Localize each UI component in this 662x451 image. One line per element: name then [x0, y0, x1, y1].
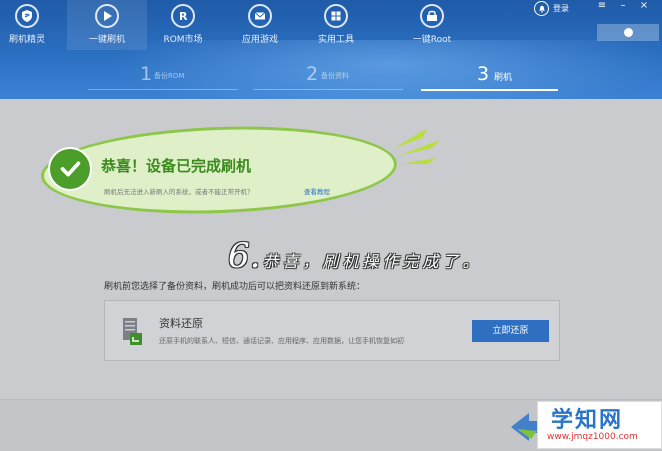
step-label: 刷机 [494, 73, 513, 83]
login-button[interactable]: 登录 [534, 1, 569, 16]
step-flash: 3 刷机 [421, 63, 558, 91]
root-icon [420, 4, 444, 28]
success-description: 刷机后无法进入新刷入的系统，或者不能正常开机？ [104, 188, 254, 196]
window-controls: ≡ – × [596, 0, 650, 12]
nav-item-tools[interactable]: 实用工具 [296, 0, 376, 50]
main-nav: 刷机精灵 一键刷机 R ROM市场 应用游戏 实用工具 一键Root [0, 0, 520, 50]
success-title: 恭喜！设备已完成刷机 [101, 157, 252, 175]
view-tutorial-link[interactable]: 查看教程 [304, 186, 330, 196]
login-label: 登录 [553, 4, 569, 13]
step-progress-line [88, 89, 238, 90]
site-watermark: 学知网 www.jmqz1000.com [507, 399, 662, 451]
restore-now-button[interactable]: 立即还原 [472, 320, 549, 342]
restore-data-icon [123, 318, 142, 345]
step-number: 3 [477, 63, 490, 85]
annotation-number: 6. [228, 236, 261, 276]
backup-prompt: 刷机前您选择了备份资料，刷机成功后可以把资料还原到新系统： [104, 282, 366, 292]
download-bar[interactable] [597, 24, 659, 41]
nav-label: 一键Root [412, 35, 452, 45]
top-header: 刷机精灵 一键刷机 R ROM市场 应用游戏 实用工具 一键Root 登录 ≡ … [0, 0, 662, 99]
nav-item-one-click-flash[interactable]: 一键刷机 [67, 0, 147, 50]
step-label: 备份资料 [321, 72, 349, 80]
restore-title: 资料还原 [159, 317, 203, 330]
nav-label: 刷机精灵 [8, 35, 45, 45]
menu-icon[interactable]: ≡ [596, 0, 608, 12]
restore-description: 还原手机的联系人、短信、通话记录、应用程序、应用数据，让您手机恢复如初 [159, 337, 404, 345]
download-icon [623, 28, 633, 37]
bell-icon [534, 1, 549, 16]
restore-card: 资料还原 还原手机的联系人、短信、通话记录、应用程序、应用数据，让您手机恢复如初… [104, 300, 560, 361]
nav-label: 实用工具 [317, 35, 354, 45]
watermark-url: www.jmqz1000.com [547, 432, 638, 442]
flash-steps: 1 备份ROM 2 备份资料 3 刷机 [88, 63, 558, 91]
success-check-icon [48, 147, 92, 191]
step-progress-line [421, 89, 558, 91]
step-number: 1 [140, 63, 153, 85]
nav-item-one-click-root[interactable]: 一键Root [392, 0, 472, 50]
rom-icon: R [171, 4, 195, 28]
nav-label: 一键刷机 [88, 35, 125, 45]
step-backup-rom: 1 备份ROM [88, 63, 238, 91]
step-label: 备份ROM [154, 72, 185, 80]
nav-item-apps-games[interactable]: 应用游戏 [220, 0, 300, 50]
nav-label: 应用游戏 [241, 35, 278, 45]
close-icon[interactable]: × [638, 0, 650, 12]
nav-label: ROM市场 [163, 35, 203, 45]
highlight-sparks [394, 128, 440, 164]
nav-item-shuaji-jingling[interactable]: 刷机精灵 [0, 0, 67, 50]
step-number: 2 [306, 63, 319, 85]
nav-item-rom-market[interactable]: R ROM市场 [143, 0, 223, 50]
step-backup-data: 2 备份资料 [253, 63, 403, 91]
play-icon [95, 4, 119, 28]
minimize-icon[interactable]: – [617, 0, 629, 12]
annotation-text: 恭喜，刷机操作完成了。 [262, 252, 483, 271]
watermark-title: 学知网 [551, 408, 624, 433]
step-progress-line [253, 89, 403, 90]
tutorial-annotation: 6. 恭喜，刷机操作完成了。 [228, 236, 482, 276]
grid-icon [324, 4, 348, 28]
mail-icon [248, 4, 272, 28]
shield-icon [15, 4, 39, 28]
svg-text:R: R [179, 10, 188, 23]
